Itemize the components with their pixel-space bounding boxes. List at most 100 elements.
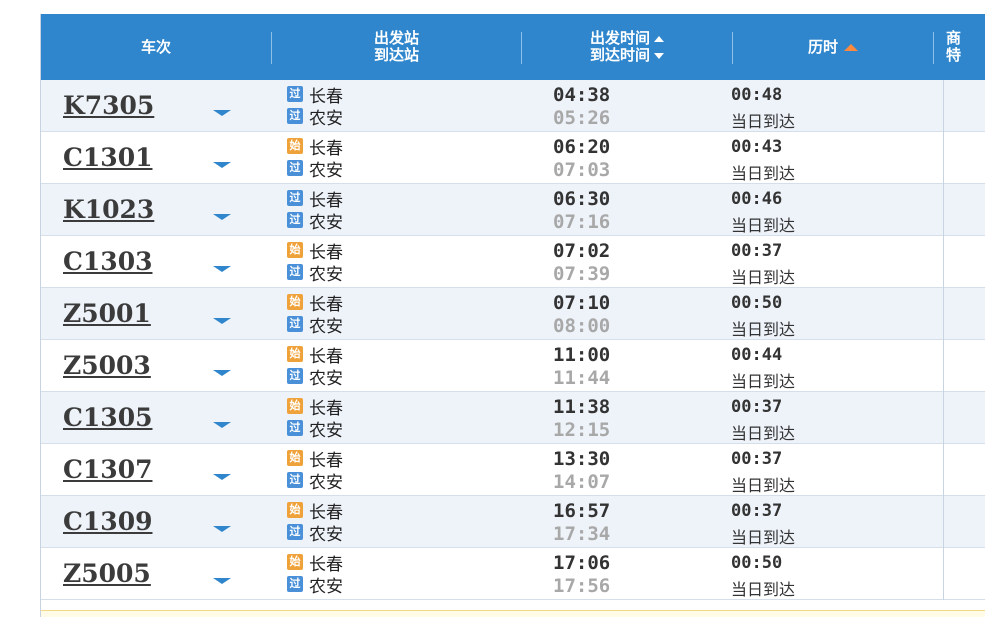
expand-chevron-icon[interactable] — [213, 266, 231, 272]
arrival-station: 过农安 — [287, 157, 343, 181]
arrival-time: 14:07 — [553, 471, 611, 493]
sort-duration[interactable]: 历时 — [733, 14, 933, 80]
sort-desc-icon — [654, 52, 664, 59]
arrival-time: 07:03 — [553, 159, 611, 181]
sort-arrival-time[interactable]: 到达时间 — [590, 46, 664, 64]
arrival-station: 过农安 — [287, 573, 343, 597]
station-type-badge: 始 — [287, 346, 303, 362]
column-divider — [943, 340, 944, 392]
table-header: 车次 出发站 到达站 出发时间 到达时间 历时 商特 — [41, 14, 985, 80]
sort-departure-time[interactable]: 出发时间 — [590, 29, 664, 47]
station-name: 农安 — [309, 264, 343, 285]
train-number-link[interactable]: C1301 — [63, 143, 152, 172]
departure-station: 始长春 — [287, 499, 343, 523]
station-type-badge: 过 — [287, 264, 303, 280]
train-number-link[interactable]: C1303 — [63, 247, 152, 276]
station-type-badge: 始 — [287, 450, 303, 466]
station-type-badge: 过 — [287, 190, 303, 206]
duration: 00:44 — [731, 345, 783, 365]
departure-time: 07:10 — [553, 292, 611, 314]
departure-time: 06:30 — [553, 188, 611, 210]
station-name: 农安 — [309, 212, 343, 233]
duration: 00:37 — [731, 501, 783, 521]
column-divider — [943, 80, 944, 132]
table-row: Z5001 始长春过农安 07:10 08:00 00:50 当日到达 — [41, 288, 985, 340]
table-row: C1301 始长春过农安 06:20 07:03 00:43 当日到达 — [41, 132, 985, 184]
departure-time: 17:06 — [553, 552, 611, 574]
train-number-link[interactable]: K7305 — [63, 91, 154, 120]
arrival-time: 07:39 — [553, 263, 611, 285]
train-number-link[interactable]: C1309 — [63, 507, 152, 536]
station-name: 农安 — [309, 316, 343, 337]
departure-station: 始长春 — [287, 239, 343, 263]
arrival-station: 过农安 — [287, 521, 343, 545]
station-type-badge: 始 — [287, 502, 303, 518]
column-divider — [943, 236, 944, 288]
departure-station: 过长春 — [287, 187, 343, 211]
arrival-station: 过农安 — [287, 105, 343, 129]
column-divider — [943, 288, 944, 340]
station-name: 农安 — [309, 420, 343, 441]
arrival-day-note: 当日到达 — [731, 164, 796, 183]
column-divider — [943, 444, 944, 496]
arrival-day-note: 当日到达 — [731, 580, 796, 599]
duration: 00:37 — [731, 449, 783, 469]
arrival-station: 过农安 — [287, 209, 343, 233]
duration: 00:46 — [731, 189, 783, 209]
expand-chevron-icon[interactable] — [213, 370, 231, 376]
expand-chevron-icon[interactable] — [213, 318, 231, 324]
train-number-link[interactable]: Z5001 — [63, 299, 151, 328]
train-number-link[interactable]: Z5003 — [63, 351, 151, 380]
station-type-badge: 始 — [287, 242, 303, 258]
train-number-link[interactable]: Z5005 — [63, 559, 151, 588]
train-number-link[interactable]: K1023 — [63, 195, 154, 224]
station-type-badge: 过 — [287, 368, 303, 384]
station-name: 农安 — [309, 576, 343, 597]
train-number-link[interactable]: C1307 — [63, 455, 152, 484]
table-row: Z5003 始长春过农安 11:00 11:44 00:44 当日到达 — [41, 340, 985, 392]
table-row: C1309 始长春过农安 16:57 17:34 00:37 当日到达 — [41, 496, 985, 548]
header-business-class: 商特 — [946, 29, 962, 64]
station-type-badge: 始 — [287, 294, 303, 310]
table-row: K7305 过长春过农安 04:38 05:26 00:48 当日到达 — [41, 80, 985, 132]
expand-chevron-icon[interactable] — [213, 474, 231, 480]
station-type-badge: 过 — [287, 160, 303, 176]
expand-chevron-icon[interactable] — [213, 162, 231, 168]
table-row: Z5005 始长春过农安 17:06 17:56 00:50 当日到达 — [41, 548, 985, 600]
arrival-station: 过农安 — [287, 469, 343, 493]
train-number-link[interactable]: C1305 — [63, 403, 152, 432]
station-type-badge: 过 — [287, 212, 303, 228]
station-type-badge: 始 — [287, 138, 303, 154]
header-stations: 出发站 到达站 — [272, 14, 521, 80]
expand-chevron-icon[interactable] — [213, 526, 231, 532]
arrival-station: 过农安 — [287, 365, 343, 389]
expand-chevron-icon[interactable] — [213, 422, 231, 428]
departure-time: 06:20 — [553, 136, 611, 158]
departure-station: 过长春 — [287, 83, 343, 107]
arrival-time: 05:26 — [553, 107, 611, 129]
arrival-day-note: 当日到达 — [731, 528, 796, 547]
header-arrival-station: 到达站 — [373, 46, 419, 64]
expand-chevron-icon[interactable] — [213, 110, 231, 116]
departure-time: 07:02 — [553, 240, 611, 262]
expand-chevron-icon[interactable] — [213, 578, 231, 584]
arrival-day-note: 当日到达 — [731, 372, 796, 391]
table-row: C1305 始长春过农安 11:38 12:15 00:37 当日到达 — [41, 392, 985, 444]
departure-time: 16:57 — [553, 500, 611, 522]
duration: 00:37 — [731, 397, 783, 417]
departure-station: 始长春 — [287, 395, 343, 419]
arrival-time: 17:56 — [553, 575, 611, 597]
arrival-time: 12:15 — [553, 419, 611, 441]
departure-station: 始长春 — [287, 135, 343, 159]
notice-bar — [41, 610, 985, 617]
arrival-time: 07:16 — [553, 211, 611, 233]
departure-station: 始长春 — [287, 551, 343, 575]
departure-time: 04:38 — [553, 84, 611, 106]
header-departure-station: 出发站 — [373, 29, 419, 47]
expand-chevron-icon[interactable] — [213, 214, 231, 220]
station-type-badge: 始 — [287, 398, 303, 414]
station-name: 农安 — [309, 368, 343, 389]
station-type-badge: 过 — [287, 472, 303, 488]
station-name: 农安 — [309, 524, 343, 545]
table-row: K1023 过长春过农安 06:30 07:16 00:46 当日到达 — [41, 184, 985, 236]
